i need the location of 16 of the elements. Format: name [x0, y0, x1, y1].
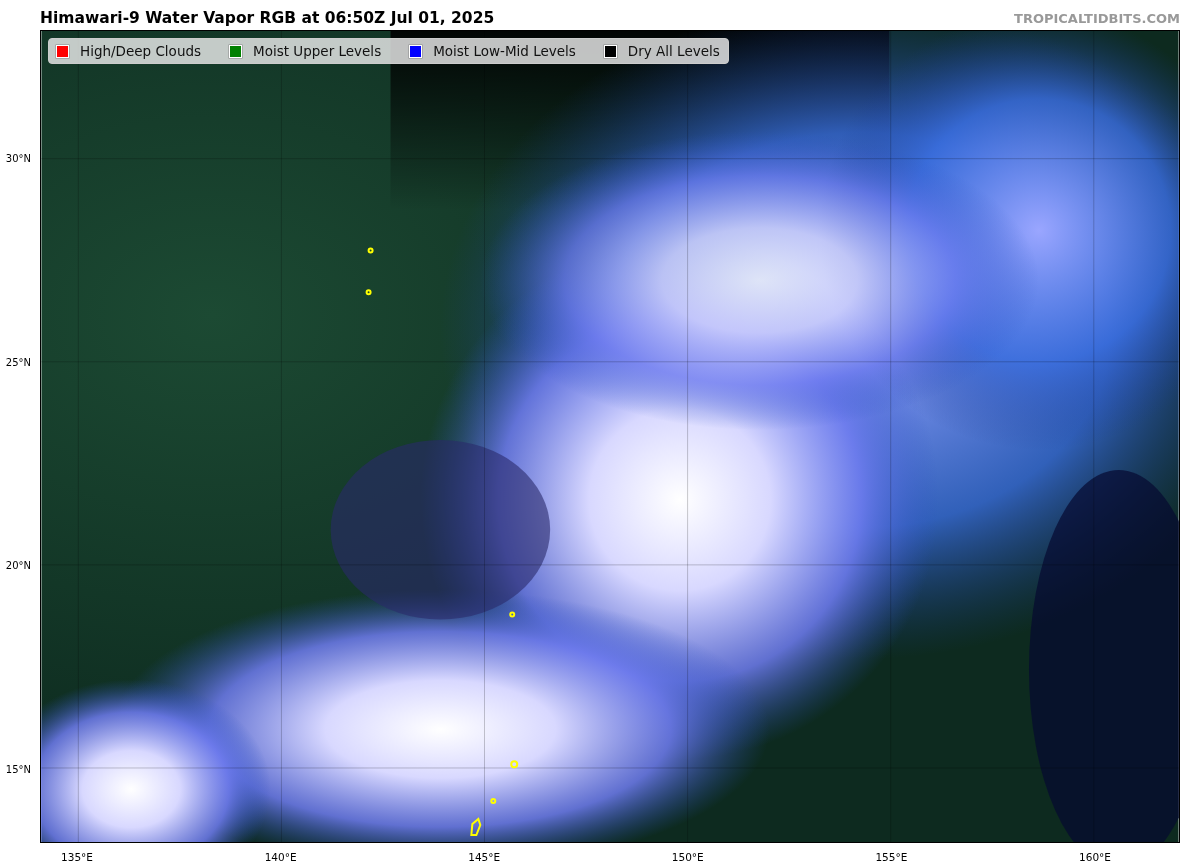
- chart-title: Himawari-9 Water Vapor RGB at 06:50Z Jul 01, 2025: [40, 9, 495, 27]
- latitude-label: 30°N: [5, 152, 31, 164]
- latitude-label: 20°N: [5, 559, 31, 571]
- longitude-label: 140°E: [264, 851, 297, 863]
- site-credit: TROPICALTIDBITS.COM: [1014, 11, 1180, 26]
- longitude-label: 145°E: [468, 851, 501, 863]
- latitude-label: 25°N: [5, 356, 31, 368]
- latitude-label: 15°N: [5, 763, 31, 775]
- longitude-label: 155°E: [875, 851, 908, 863]
- longitude-label: 135°E: [61, 851, 93, 863]
- legend-label: High/Deep Clouds: [80, 43, 202, 59]
- legend-label: Dry All Levels: [627, 43, 720, 59]
- longitude-label: 160°E: [1079, 851, 1111, 863]
- legend-label: Moist Upper Levels: [253, 43, 382, 59]
- legend-label: Moist Low-Mid Levels: [433, 43, 576, 59]
- longitude-label: 150°E: [671, 851, 704, 863]
